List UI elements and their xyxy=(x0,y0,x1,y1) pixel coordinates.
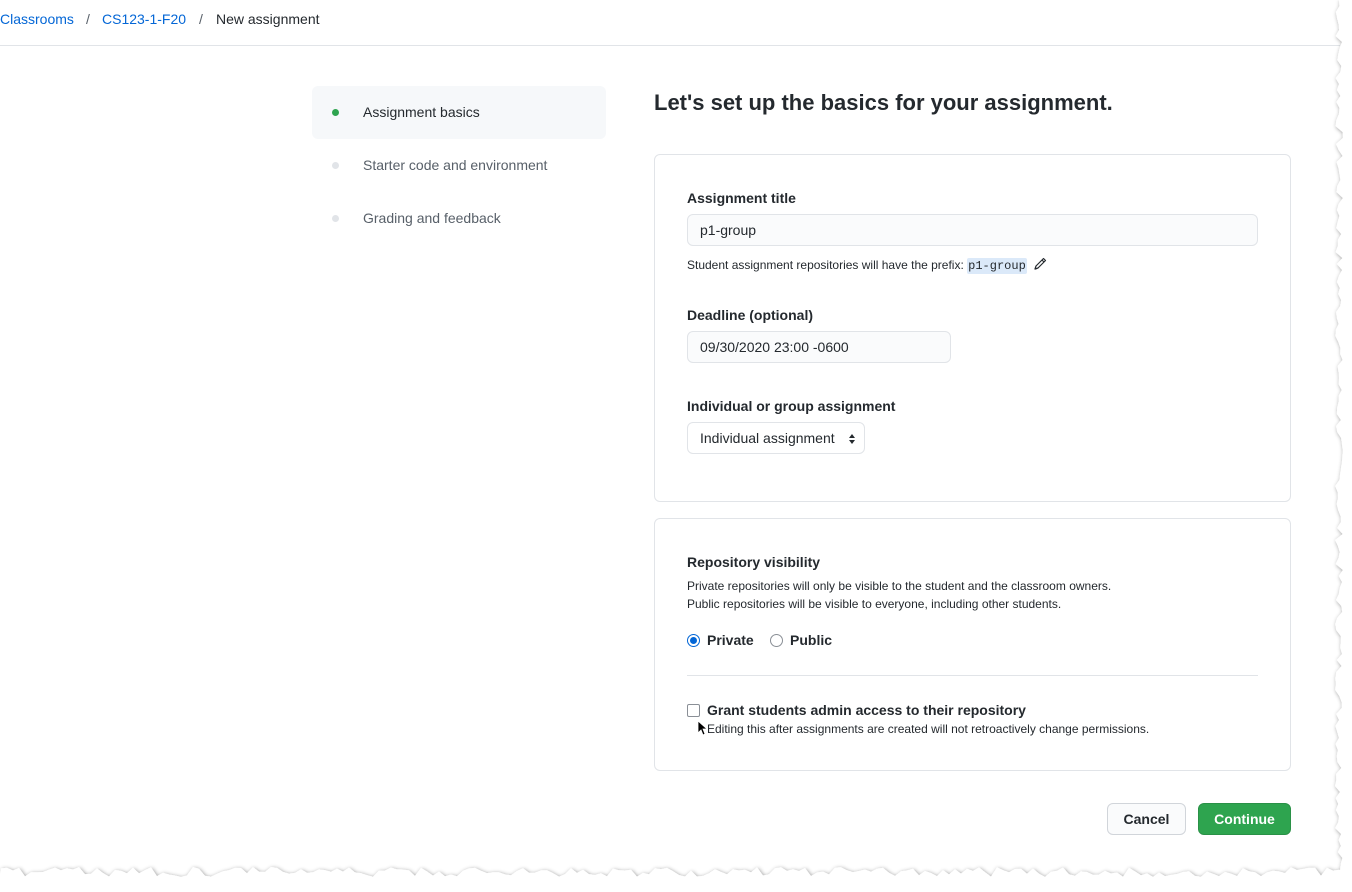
prefix-hint: Student assignment repositories will hav… xyxy=(687,256,1048,275)
assignment-title-input[interactable] xyxy=(687,214,1258,246)
cancel-button[interactable]: Cancel xyxy=(1107,803,1186,835)
step-label: Starter code and environment xyxy=(363,157,548,173)
breadcrumb-link-classrooms[interactable]: Classrooms xyxy=(0,11,74,27)
assignment-type-label: Individual or group assignment xyxy=(687,398,896,414)
breadcrumb-separator: / xyxy=(86,11,90,27)
continue-button[interactable]: Continue xyxy=(1198,803,1291,835)
admin-access-label[interactable]: Grant students admin access to their rep… xyxy=(707,702,1026,718)
deadline-input[interactable] xyxy=(687,331,951,363)
public-radio[interactable] xyxy=(770,634,783,647)
private-radio[interactable] xyxy=(687,634,700,647)
select-arrows-icon xyxy=(848,432,856,448)
step-label: Grading and feedback xyxy=(363,210,501,226)
breadcrumb-current: New assignment xyxy=(216,11,320,27)
step-navigation: Assignment basics Starter code and envir… xyxy=(312,86,606,245)
assignment-type-selected: Individual assignment xyxy=(700,430,835,446)
public-radio-label[interactable]: Public xyxy=(790,632,832,648)
divider xyxy=(687,675,1258,676)
prefix-hint-text: Student assignment repositories will hav… xyxy=(687,258,964,272)
deadline-label: Deadline (optional) xyxy=(687,307,813,323)
repository-visibility-card: Repository visibility Private repositori… xyxy=(654,518,1291,771)
mouse-cursor-icon xyxy=(697,720,709,741)
prefix-value: p1-group xyxy=(967,258,1027,274)
assignment-type-select[interactable]: Individual assignment xyxy=(687,422,865,454)
step-active-dot-icon xyxy=(332,109,339,116)
pencil-icon[interactable] xyxy=(1032,256,1048,275)
admin-access-hint: Editing this after assignments are creat… xyxy=(707,722,1150,736)
breadcrumb-separator: / xyxy=(199,11,203,27)
breadcrumb-link-classroom[interactable]: CS123-1-F20 xyxy=(102,11,186,27)
admin-access-checkbox[interactable] xyxy=(687,704,700,717)
step-starter-code[interactable]: Starter code and environment xyxy=(312,139,606,192)
page-title: Let's set up the basics for your assignm… xyxy=(654,90,1113,115)
breadcrumb: Classrooms / CS123-1-F20 / New assignmen… xyxy=(0,0,1340,46)
step-assignment-basics[interactable]: Assignment basics xyxy=(312,86,606,139)
visibility-desc-public: Public repositories will be visible to e… xyxy=(687,597,1062,611)
step-dot-icon xyxy=(332,215,339,222)
private-radio-label[interactable]: Private xyxy=(707,632,754,648)
assignment-title-label: Assignment title xyxy=(687,190,796,206)
step-grading-feedback[interactable]: Grading and feedback xyxy=(312,192,606,245)
step-label: Assignment basics xyxy=(363,104,480,120)
visibility-label: Repository visibility xyxy=(687,554,821,570)
assignment-basics-card: Assignment title Student assignment repo… xyxy=(654,154,1291,502)
step-dot-icon xyxy=(332,162,339,169)
visibility-desc-private: Private repositories will only be visibl… xyxy=(687,579,1112,593)
